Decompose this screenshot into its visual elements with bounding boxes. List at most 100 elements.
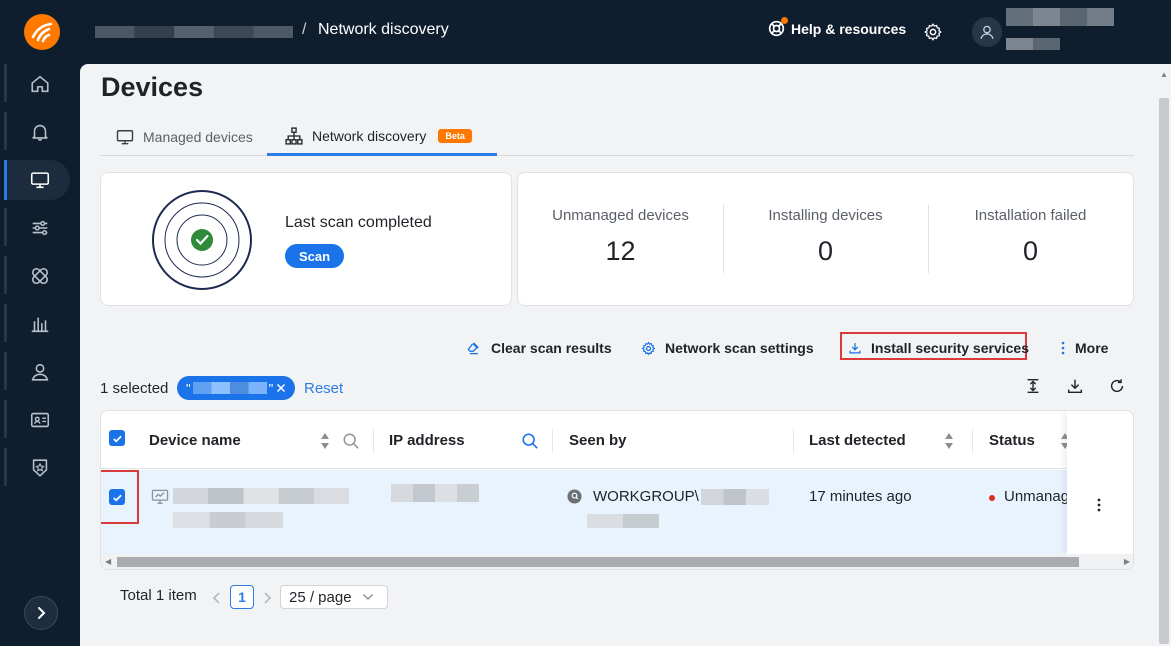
chip-quote-open: " xyxy=(186,380,191,396)
export-download-icon[interactable] xyxy=(1066,377,1084,395)
sort-icon[interactable] xyxy=(943,432,955,450)
radar-icon xyxy=(152,190,252,290)
device-name-redacted[interactable] xyxy=(173,488,349,504)
column-divider xyxy=(552,429,553,453)
sidebar-item-devices[interactable] xyxy=(4,160,70,200)
scan-button[interactable]: Scan xyxy=(285,244,345,268)
sidebar-item-patches[interactable] xyxy=(4,256,70,296)
scrollbar-thumb[interactable] xyxy=(117,557,1079,567)
row-actions-icon[interactable] xyxy=(1096,497,1102,513)
chip-value-redacted xyxy=(192,382,267,394)
sidebar-item-home[interactable] xyxy=(4,64,70,104)
sidebar-item-subscriptions[interactable] xyxy=(4,400,70,440)
page-title: Devices xyxy=(101,72,204,102)
status-value: Unmanag xyxy=(1004,488,1068,505)
scroll-up-arrow-icon[interactable]: ▲ xyxy=(1160,70,1168,79)
row-checkbox[interactable] xyxy=(109,489,125,505)
check-icon xyxy=(112,435,122,442)
devices-table: Device name IP address Seen by Last dete… xyxy=(100,410,1134,570)
install-security-services-button[interactable]: Install security services xyxy=(848,338,1029,358)
search-icon[interactable] xyxy=(521,432,539,450)
select-all-checkbox[interactable] xyxy=(109,430,125,446)
sidebar-item-users[interactable] xyxy=(4,352,70,392)
column-header-seen-by[interactable]: Seen by xyxy=(569,432,627,449)
beta-badge: Beta xyxy=(438,128,472,143)
check-icon xyxy=(112,494,122,501)
column-header-last-detected[interactable]: Last detected xyxy=(809,432,906,449)
horizontal-scrollbar[interactable]: ◀ ▶ xyxy=(101,554,1133,569)
table-row[interactable]: WORKGROUP\ 17 minutes ago Unmanag xyxy=(101,470,1133,554)
bandage-icon xyxy=(31,267,49,285)
sidebar-item-policies[interactable] xyxy=(4,208,70,248)
expand-rows-icon[interactable] xyxy=(1024,377,1042,395)
monitor-icon xyxy=(116,130,134,145)
toolbar-label: Clear scan results xyxy=(491,340,612,356)
settings-gear-icon[interactable] xyxy=(923,22,943,42)
tab-managed-devices[interactable]: Managed devices xyxy=(115,118,267,156)
vertical-scrollbar[interactable]: ▲ xyxy=(1157,64,1171,646)
sort-icon[interactable] xyxy=(319,432,331,450)
user-icon xyxy=(31,363,49,381)
stat-value: 12 xyxy=(605,236,636,266)
stat-installation-failed[interactable]: Installation failed 0 xyxy=(928,173,1133,305)
stat-value: 0 xyxy=(1022,236,1039,266)
app-logo[interactable] xyxy=(24,14,60,50)
stat-unmanaged-devices[interactable]: Unmanaged devices 12 xyxy=(518,173,723,305)
page-number-button[interactable]: 1 xyxy=(230,585,254,609)
ip-address-redacted xyxy=(391,484,479,502)
download-icon xyxy=(849,343,861,354)
tab-label: Network discovery xyxy=(312,127,427,144)
seen-by-redacted xyxy=(701,489,769,505)
chevron-right-icon xyxy=(38,607,46,619)
gear-icon xyxy=(641,341,656,356)
clear-scan-results-button[interactable]: Clear scan results xyxy=(466,338,612,358)
network-scan-settings-button[interactable]: Network scan settings xyxy=(641,338,814,358)
scroll-right-arrow-icon[interactable]: ▶ xyxy=(1124,557,1130,566)
scan-status-card: Last scan completed Scan xyxy=(100,172,512,306)
user-avatar[interactable] xyxy=(972,17,1002,47)
refresh-icon[interactable] xyxy=(1108,377,1126,395)
main-content: Devices Managed devices Network discover… xyxy=(80,64,1171,646)
table-header: Device name IP address Seen by Last dete… xyxy=(101,411,1133,469)
more-actions-button[interactable]: More xyxy=(1060,338,1108,358)
tab-network-discovery[interactable]: Network discovery Beta xyxy=(267,118,497,156)
expand-sidebar-button[interactable] xyxy=(24,596,58,630)
monitor-icon xyxy=(30,172,50,189)
filter-chip[interactable]: " " xyxy=(177,376,295,400)
total-items: Total 1 item xyxy=(120,587,197,604)
stat-label: Installation failed xyxy=(974,207,1087,224)
column-divider xyxy=(972,429,973,453)
sidebar-nav xyxy=(0,64,80,646)
close-icon[interactable] xyxy=(275,382,287,394)
bell-icon xyxy=(32,124,48,141)
status-dot xyxy=(989,495,995,501)
column-header-device-name[interactable]: Device name xyxy=(149,432,241,449)
badge-star-icon xyxy=(32,459,48,477)
more-vertical-icon xyxy=(1061,341,1065,355)
user-icon xyxy=(980,25,994,39)
stat-installing-devices[interactable]: Installing devices 0 xyxy=(723,173,928,305)
column-header-status[interactable]: Status xyxy=(989,432,1035,449)
network-tree-icon xyxy=(285,126,303,145)
stat-label: Installing devices xyxy=(768,207,883,224)
search-icon[interactable] xyxy=(342,432,360,450)
sidebar-item-alerts[interactable] xyxy=(4,112,70,152)
help-resources-button[interactable]: Help & resources xyxy=(768,17,906,37)
tab-bar: Managed devices Network discovery Beta xyxy=(101,118,1134,156)
bar-chart-icon xyxy=(31,317,49,333)
breadcrumb-separator: / xyxy=(302,21,307,38)
sidebar-item-reports[interactable] xyxy=(4,304,70,344)
device-name-redacted-line2 xyxy=(173,512,283,528)
chevron-left-icon[interactable] xyxy=(212,591,222,605)
breadcrumb-parent-redacted[interactable] xyxy=(95,26,293,38)
scroll-left-arrow-icon[interactable]: ◀ xyxy=(105,557,111,566)
user-name-redacted[interactable] xyxy=(1006,8,1114,26)
column-header-ip-address[interactable]: IP address xyxy=(389,432,465,449)
top-bar: / Network discovery Help & resources xyxy=(0,0,1171,64)
column-divider xyxy=(373,429,374,453)
reset-filters-link[interactable]: Reset xyxy=(304,380,343,397)
scrollbar-thumb[interactable] xyxy=(1159,98,1169,644)
sidebar-item-rewards[interactable] xyxy=(4,448,70,488)
page-size-select[interactable]: 25 / page xyxy=(280,585,388,609)
chevron-right-icon[interactable] xyxy=(262,591,272,605)
